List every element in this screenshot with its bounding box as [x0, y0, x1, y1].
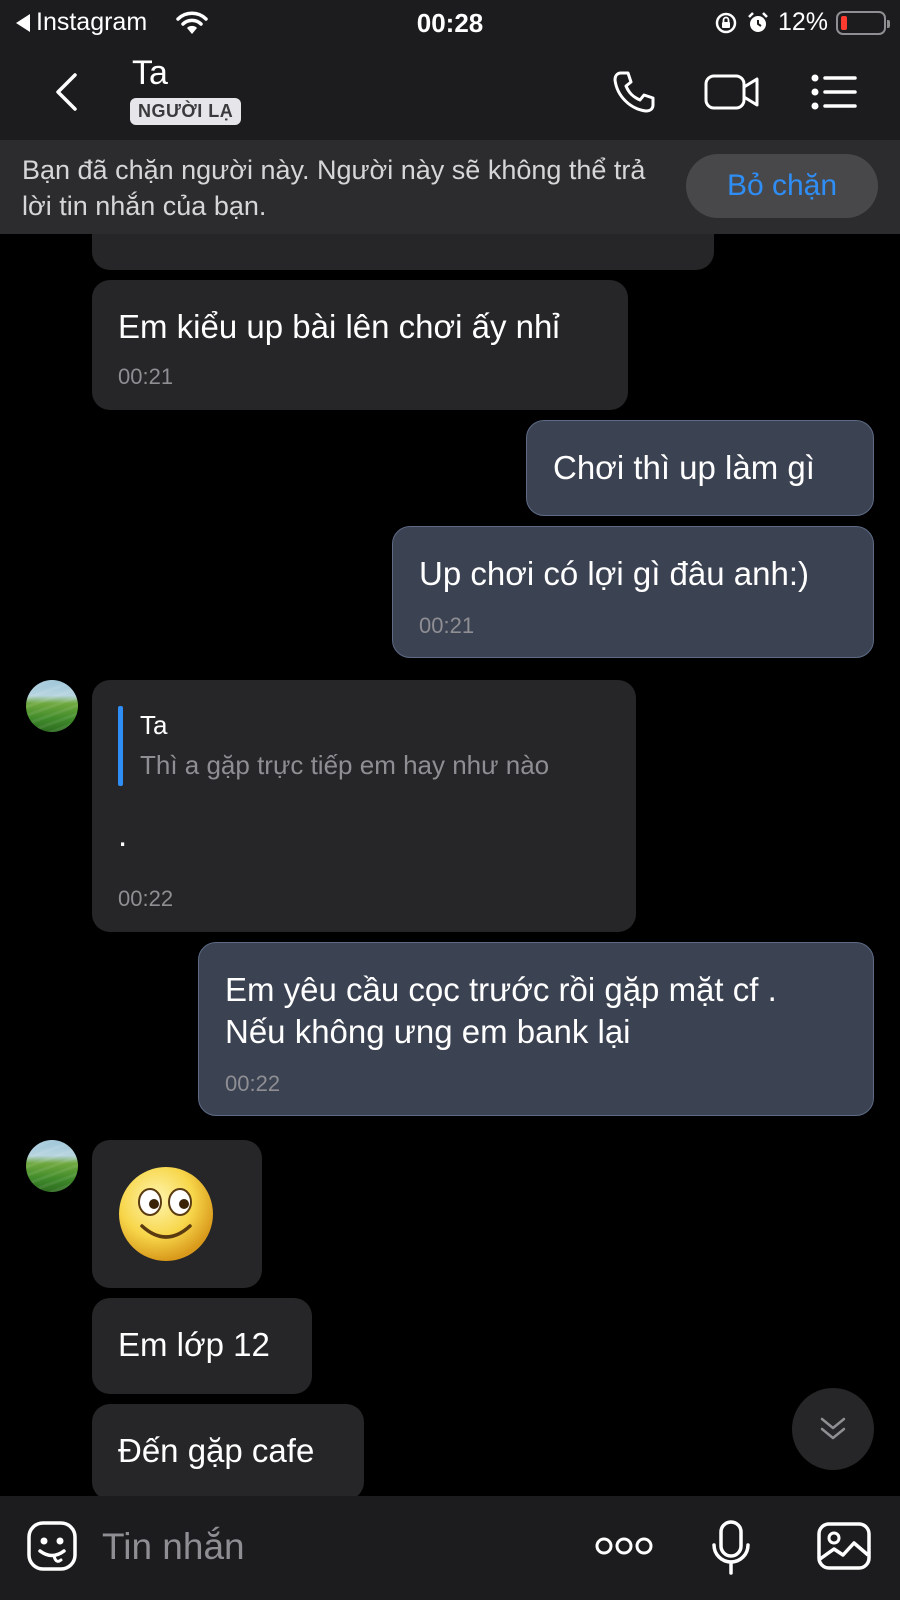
image-icon [817, 1522, 871, 1570]
microphone-icon [712, 1520, 750, 1575]
blocked-notice-text: Bạn đã chặn người này. Người này sẽ khôn… [22, 155, 646, 221]
stranger-badge: NGƯỜI LẠ [130, 98, 242, 125]
message-time: 00:22 [225, 1071, 281, 1096]
message-time: 00:21 [118, 364, 174, 389]
message-time: 00:21 [419, 613, 475, 638]
back-button[interactable] [44, 68, 88, 116]
sticker-button[interactable] [24, 1518, 80, 1574]
message-composer [0, 1496, 900, 1600]
message-text: Em kiểu up bài lên chơi ấy nhỉ [118, 308, 560, 345]
message-bubble-incoming[interactable]: Em lớp 12 [92, 1298, 312, 1394]
message-bubble-sticker[interactable] [92, 1140, 262, 1288]
message-time: 00:22 [118, 886, 174, 911]
scroll-to-bottom-button[interactable] [792, 1388, 874, 1470]
message-text-line-1: Em yêu cầu cọc trước rồi gặp mặt cf . [225, 971, 777, 1008]
more-icon [595, 1537, 653, 1555]
status-bar: Instagram 00:28 12% [0, 0, 900, 46]
battery-percent: 12% [777, 8, 828, 36]
menu-list-icon [811, 74, 857, 110]
video-camera-icon [704, 74, 759, 110]
message-bubble-outgoing[interactable]: Em yêu cầu cọc trước rồi gặp mặt cf . Nế… [198, 942, 874, 1116]
message-text: . [118, 816, 128, 853]
contact-avatar[interactable] [26, 680, 78, 732]
rotation-lock-icon [715, 12, 737, 33]
unblock-button[interactable]: Bỏ chặn [686, 154, 878, 218]
message-text: Up chơi có lợi gì đâu anh:) [419, 555, 809, 592]
quoted-text: Thì a gặp trực tiếp em hay như nào [140, 750, 550, 780]
voice-message-button[interactable] [706, 1518, 756, 1578]
phone-icon [613, 71, 655, 113]
message-bubble-incoming[interactable]: Em kiểu up bài lên chơi ấy nhỉ 00:21 [92, 280, 628, 410]
message-text: Đến gặp cafe [118, 1432, 315, 1469]
message-input[interactable] [102, 1522, 562, 1572]
quoted-sender: Ta [140, 710, 168, 740]
quote-accent-bar [118, 706, 123, 786]
sticker-icon [27, 1521, 77, 1571]
chat-header: Ta NGƯỜI LẠ [0, 46, 900, 140]
video-call-button[interactable] [704, 66, 760, 118]
chat-options-button[interactable] [806, 66, 862, 118]
back-chevron-icon [56, 73, 77, 111]
battery-icon [836, 10, 890, 35]
blocked-banner: Bạn đã chặn người này. Người này sẽ khôn… [0, 140, 900, 234]
contact-name[interactable]: Ta [132, 54, 168, 93]
call-button[interactable] [606, 66, 662, 118]
message-bubble-outgoing[interactable]: Up chơi có lợi gì đâu anh:) 00:21 [392, 526, 874, 658]
message-bubble-reply[interactable]: Ta Thì a gặp trực tiếp em hay như nào . … [92, 680, 636, 932]
message-text-line-2: Nếu không ưng em bank lại [225, 1013, 631, 1050]
smiley-emoji-icon [119, 1167, 213, 1261]
message-bubble-outgoing[interactable]: Chơi thì up làm gì [526, 420, 874, 516]
gallery-button[interactable] [814, 1518, 874, 1574]
more-button[interactable] [594, 1528, 654, 1564]
message-text: Em lớp 12 [118, 1326, 270, 1363]
message-bubble-incoming[interactable]: Đến gặp cafe [92, 1404, 364, 1500]
alarm-icon [748, 11, 768, 32]
message-text: Chơi thì up làm gì [553, 449, 815, 486]
contact-avatar[interactable] [26, 1140, 78, 1192]
double-chevron-down-icon [820, 1417, 846, 1440]
